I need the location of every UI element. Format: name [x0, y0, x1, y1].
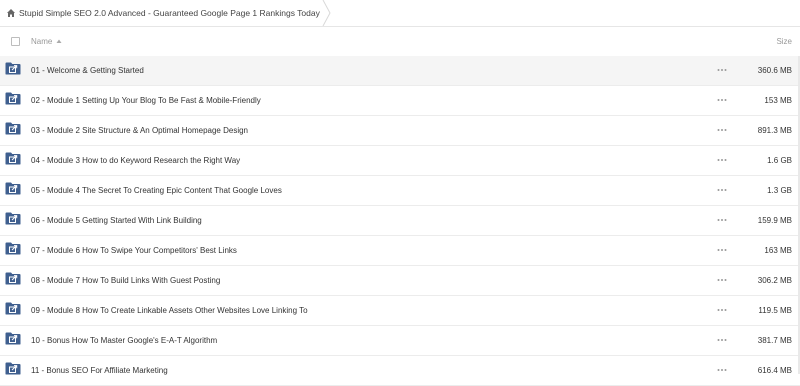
folder-size: 119.5 MB [758, 306, 792, 315]
shared-folder-icon [5, 62, 21, 75]
breadcrumb-separator [322, 0, 331, 26]
breadcrumb-item-root[interactable]: Stupid Simple SEO 2.0 Advanced - Guarant… [0, 0, 332, 26]
shared-folder-icon [5, 272, 21, 285]
more-options-icon[interactable] [717, 126, 727, 132]
folder-size: 153 MB [764, 96, 792, 105]
folder-size: 360.6 MB [757, 66, 792, 75]
name-column-label: Name [31, 36, 53, 46]
folder-size: 163 MB [764, 246, 792, 255]
list-item[interactable]: 08 - Module 7 How To Build Links With Gu… [0, 266, 800, 296]
more-options-icon[interactable] [717, 186, 727, 192]
list-item[interactable]: 02 - Module 1 Setting Up Your Blog To Be… [0, 86, 800, 116]
list-item[interactable]: 10 - Bonus How To Master Google's E-A-T … [0, 326, 800, 356]
folder-name[interactable]: 07 - Module 6 How To Swipe Your Competit… [31, 246, 237, 255]
folder-name[interactable]: 05 - Module 4 The Secret To Creating Epi… [31, 186, 282, 195]
shared-folder-icon [5, 92, 21, 105]
more-options-icon[interactable] [717, 156, 727, 162]
name-column-header[interactable]: Name [31, 37, 62, 46]
more-options-icon[interactable] [717, 246, 727, 252]
list-header: Name Size [0, 26, 800, 56]
more-options-icon[interactable] [717, 276, 727, 282]
folder-size: 381.7 MB [757, 336, 792, 345]
list-item[interactable]: 05 - Module 4 The Secret To Creating Epi… [0, 176, 800, 206]
list-item[interactable]: 06 - Module 5 Getting Started With Link … [0, 206, 800, 236]
shared-folder-icon [5, 362, 21, 375]
folder-name[interactable]: 03 - Module 2 Site Structure & An Optima… [31, 126, 248, 135]
shared-folder-icon [5, 212, 21, 225]
list-item[interactable]: 07 - Module 6 How To Swipe Your Competit… [0, 236, 800, 266]
folder-name[interactable]: 10 - Bonus How To Master Google's E-A-T … [31, 336, 217, 345]
sort-ascending-icon [56, 38, 62, 44]
shared-folder-icon [5, 182, 21, 195]
home-icon [6, 8, 16, 18]
folder-size: 891.3 MB [757, 126, 792, 135]
more-options-icon[interactable] [717, 96, 727, 102]
folder-name[interactable]: 06 - Module 5 Getting Started With Link … [31, 216, 202, 225]
folder-size: 159.9 MB [757, 216, 792, 225]
size-column-header[interactable]: Size [776, 37, 792, 46]
folder-name[interactable]: 01 - Welcome & Getting Started [31, 66, 144, 75]
shared-folder-icon [5, 152, 21, 165]
shared-folder-icon [5, 332, 21, 345]
breadcrumb: Stupid Simple SEO 2.0 Advanced - Guarant… [0, 0, 800, 27]
list-item[interactable]: 01 - Welcome & Getting Started 360.6 MB [0, 56, 800, 86]
list-item[interactable]: 04 - Module 3 How to do Keyword Research… [0, 146, 800, 176]
folder-size: 1.3 GB [767, 186, 792, 195]
list-item[interactable]: 03 - Module 2 Site Structure & An Optima… [0, 116, 800, 146]
more-options-icon[interactable] [717, 366, 727, 372]
folder-name[interactable]: 02 - Module 1 Setting Up Your Blog To Be… [31, 96, 261, 105]
folder-size: 1.6 GB [767, 156, 792, 165]
folder-name[interactable]: 04 - Module 3 How to do Keyword Research… [31, 156, 240, 165]
folder-size: 306.2 MB [757, 276, 792, 285]
folder-name[interactable]: 09 - Module 8 How To Create Linkable Ass… [31, 306, 308, 315]
more-options-icon[interactable] [717, 216, 727, 222]
shared-folder-icon [5, 302, 21, 315]
list-item[interactable]: 11 - Bonus SEO For Affiliate Marketing 61… [0, 356, 800, 386]
shared-folder-icon [5, 122, 21, 135]
shared-folder-icon [5, 242, 21, 255]
list-item[interactable]: 09 - Module 8 How To Create Linkable Ass… [0, 296, 800, 326]
more-options-icon[interactable] [717, 306, 727, 312]
breadcrumb-label: Stupid Simple SEO 2.0 Advanced - Guarant… [19, 8, 320, 18]
more-options-icon[interactable] [717, 336, 727, 342]
select-all-checkbox[interactable] [11, 36, 20, 46]
folder-name[interactable]: 08 - Module 7 How To Build Links With Gu… [31, 276, 220, 285]
folder-list: 01 - Welcome & Getting Started 360.6 MB 02… [0, 56, 800, 386]
more-options-icon[interactable] [717, 66, 727, 72]
